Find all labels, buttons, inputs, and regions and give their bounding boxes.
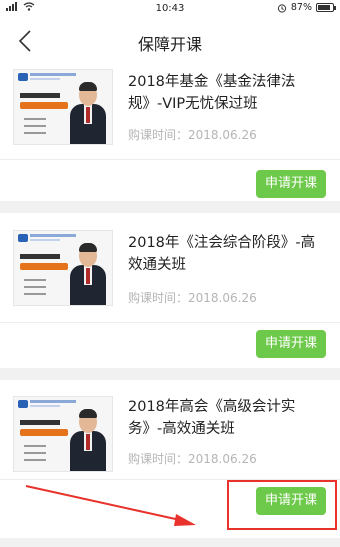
battery-percent: 87% (290, 2, 312, 13)
page-title: 保障开课 (137, 35, 202, 54)
course-card: 2018年《注会综合阶段》-高效通关班 购课时间：2018.06.26 申请开课 (0, 213, 340, 368)
course-thumbnail (13, 230, 113, 306)
nav-bar: 保障开课 (0, 18, 340, 64)
purchase-date: 购课时间：2018.06.26 (128, 128, 257, 142)
course-title: 2018年高会《高级会计实务》-高效通关班 (128, 399, 296, 437)
divider (0, 159, 340, 160)
course-thumbnail (13, 396, 113, 472)
apply-course-button[interactable]: 申请开课 (256, 170, 326, 198)
purchase-date: 购课时间：2018.06.26 (128, 291, 257, 305)
status-bar: 10:43 87% (0, 0, 340, 18)
course-title: 2018年基金《基金法律法规》-VIP无忧保过班 (128, 74, 296, 112)
purchase-date: 购课时间：2018.06.26 (128, 452, 257, 466)
course-thumbnail (13, 69, 113, 145)
alarm-icon (277, 3, 286, 13)
apply-course-button[interactable]: 申请开课 (256, 330, 326, 358)
course-card: 2018年基金《基金法律法规》-VIP无忧保过班 购课时间：2018.06.26… (0, 64, 340, 201)
battery-icon (316, 3, 336, 12)
course-title: 2018年《注会综合阶段》-高效通关班 (128, 235, 316, 273)
highlight-box (227, 480, 337, 530)
divider (0, 322, 340, 323)
